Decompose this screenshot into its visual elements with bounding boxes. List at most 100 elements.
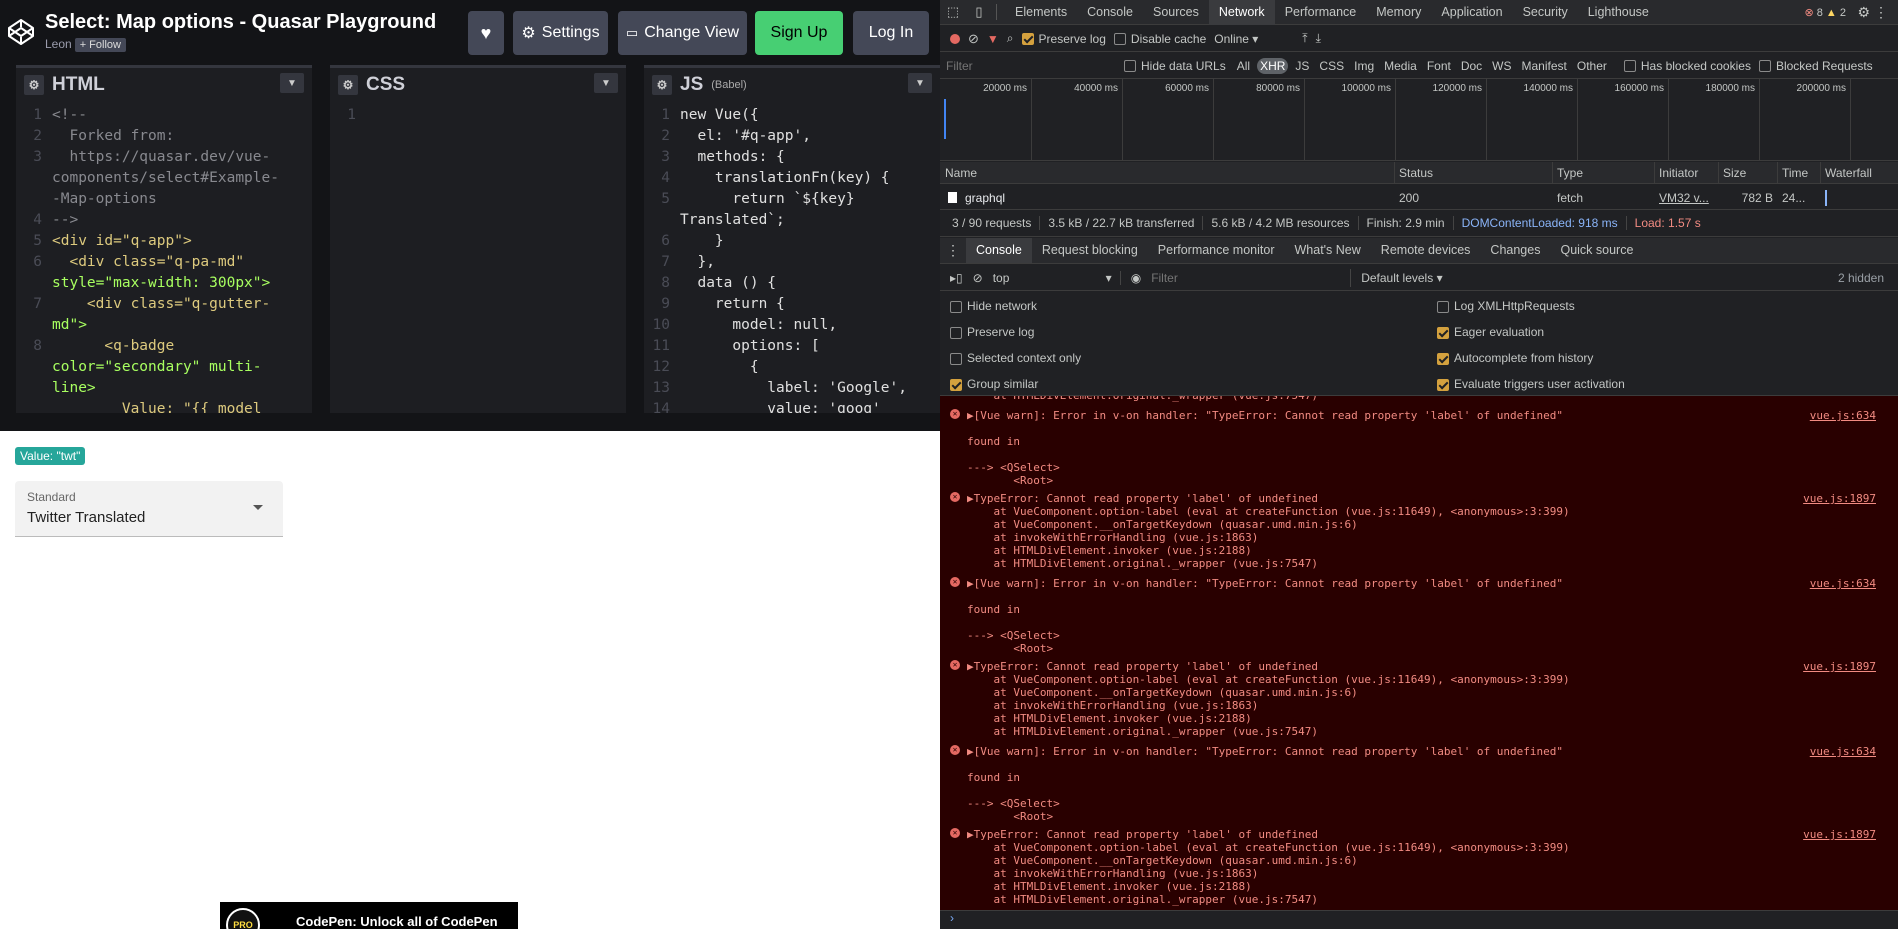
js-editor[interactable]: ⚙ JS (Babel) ▼ 1 new Vue({2 el: '#q-app', 3 … bbox=[644, 65, 940, 413]
inspect-icon[interactable]: ⬚ bbox=[940, 4, 966, 20]
source-link[interactable]: vue.js:634 bbox=[1810, 577, 1876, 590]
filter-icon[interactable]: ▼ bbox=[987, 32, 999, 46]
import-icon[interactable]: ⤒ bbox=[1302, 31, 1307, 46]
sidebar-toggle-icon[interactable]: ▸▯ bbox=[950, 271, 963, 285]
column-size[interactable]: Size bbox=[1723, 166, 1746, 180]
setting-autocomplete-from-history[interactable]: Autocomplete from history bbox=[1437, 351, 1593, 365]
column-initiator[interactable]: Initiator bbox=[1659, 166, 1698, 180]
blocked-cookies-checkbox[interactable] bbox=[1623, 60, 1636, 73]
source-link[interactable]: vue.js:1897 bbox=[1803, 492, 1876, 505]
filter-type-manifest[interactable]: Manifest bbox=[1519, 58, 1570, 74]
tab-security[interactable]: Security bbox=[1513, 0, 1578, 25]
network-filter-input[interactable] bbox=[946, 56, 1116, 75]
chevron-down-icon[interactable]: ▼ bbox=[280, 73, 304, 93]
tab-network[interactable]: Network bbox=[1208, 0, 1275, 25]
column-status[interactable]: Status bbox=[1399, 166, 1433, 180]
source-link[interactable]: vue.js:1897 bbox=[1803, 660, 1876, 673]
filter-type-img[interactable]: Img bbox=[1351, 58, 1377, 74]
like-button[interactable]: ♥ bbox=[468, 11, 504, 55]
network-overview-timeline[interactable]: 20000 ms 40000 ms 60000 ms 80000 ms 100000 m… bbox=[940, 79, 1898, 161]
tab-lighthouse[interactable]: Lighthouse bbox=[1578, 0, 1659, 25]
setting-checkbox[interactable] bbox=[950, 352, 962, 365]
setting-preserve-log[interactable]: Preserve log bbox=[950, 325, 1034, 339]
search-icon[interactable]: ⌕ bbox=[1007, 31, 1014, 46]
chevron-down-icon[interactable]: ▼ bbox=[908, 73, 932, 93]
filter-type-js[interactable]: JS bbox=[1292, 58, 1312, 74]
tab-sources[interactable]: Sources bbox=[1143, 0, 1209, 25]
chevron-down-icon[interactable]: ▼ bbox=[594, 73, 618, 93]
source-link[interactable]: vue.js:634 bbox=[1810, 745, 1876, 758]
console-messages[interactable]: at HTMLDivElement.original._wrapper (vue… bbox=[940, 396, 1898, 910]
more-menu-icon[interactable]: ⋮ bbox=[1874, 4, 1888, 21]
setting-evaluate-triggers-user-activation[interactable]: Evaluate triggers user activation bbox=[1437, 377, 1625, 391]
html-code[interactable]: 1 <!-- 2 Forked from: 3 https://quasar.dev/… bbox=[16, 105, 312, 413]
filter-type-doc[interactable]: Doc bbox=[1458, 58, 1485, 74]
clear-icon[interactable]: ⊘ bbox=[968, 31, 979, 47]
drawer-tab-remote-devices[interactable]: Remote devices bbox=[1371, 238, 1481, 263]
change-view-button[interactable]: ▭ Change View bbox=[618, 11, 747, 55]
column-name[interactable]: Name bbox=[945, 166, 977, 180]
drawer-tab-console[interactable]: Console bbox=[966, 238, 1032, 263]
css-code[interactable]: 1 bbox=[330, 105, 626, 413]
drawer-tab-performance-monitor[interactable]: Performance monitor bbox=[1148, 238, 1285, 263]
drawer-tab-quick-source[interactable]: Quick source bbox=[1550, 238, 1643, 263]
drawer-tab-request-blocking[interactable]: Request blocking bbox=[1032, 238, 1148, 263]
pro-promo-banner[interactable]: PRO CodePen: Unlock all of CodePen bbox=[220, 902, 518, 929]
setting-checkbox[interactable] bbox=[1437, 378, 1449, 391]
setting-log-xmlhttprequests[interactable]: Log XMLHttpRequests bbox=[1437, 299, 1575, 313]
hide-data-urls-toggle[interactable]: Hide data URLs bbox=[1124, 59, 1226, 73]
context-select[interactable]: top ▾ bbox=[993, 270, 1121, 285]
drawer-menu-icon[interactable]: ⋮ bbox=[940, 242, 966, 259]
blocked-requests-checkbox[interactable] bbox=[1758, 60, 1771, 73]
setting-checkbox[interactable] bbox=[1437, 326, 1449, 339]
disable-cache-toggle[interactable]: Disable cache bbox=[1113, 32, 1206, 46]
setting-eager-evaluation[interactable]: Eager evaluation bbox=[1437, 325, 1544, 339]
device-toolbar-icon[interactable]: ▯ bbox=[966, 4, 992, 20]
column-type[interactable]: Type bbox=[1557, 166, 1583, 180]
html-editor[interactable]: ⚙ HTML ▼ 1 <!-- 2 Forked from: 3 https://qua… bbox=[16, 65, 312, 413]
column-waterfall[interactable]: Waterfall bbox=[1825, 166, 1872, 180]
blocked-requests-toggle[interactable]: Blocked Requests bbox=[1758, 59, 1873, 73]
column-time[interactable]: Time bbox=[1782, 166, 1808, 180]
clear-console-icon[interactable]: ⊘ bbox=[973, 271, 983, 285]
setting-checkbox[interactable] bbox=[950, 326, 962, 339]
standard-select[interactable]: Standard Twitter Translated bbox=[15, 481, 283, 537]
source-link[interactable]: vue.js:634 bbox=[1810, 409, 1876, 422]
settings-gear-icon[interactable]: ⚙ bbox=[1857, 4, 1870, 21]
console-filter-input[interactable] bbox=[1151, 268, 1352, 287]
blocked-cookies-toggle[interactable]: Has blocked cookies bbox=[1623, 59, 1751, 73]
filter-type-ws[interactable]: WS bbox=[1489, 58, 1514, 74]
request-initiator[interactable]: VM32 v... bbox=[1659, 191, 1709, 205]
setting-checkbox[interactable] bbox=[950, 378, 962, 391]
tab-application[interactable]: Application bbox=[1431, 0, 1512, 25]
gear-icon[interactable]: ⚙ bbox=[24, 74, 44, 95]
filter-type-media[interactable]: Media bbox=[1381, 58, 1420, 74]
filter-type-font[interactable]: Font bbox=[1424, 58, 1454, 74]
setting-hide-network[interactable]: Hide network bbox=[950, 299, 1037, 313]
issue-counts[interactable]: ⊗ 8 ▲ 2 bbox=[1804, 6, 1846, 19]
source-link[interactable]: vue.js:1897 bbox=[1803, 828, 1876, 841]
throttle-select[interactable]: Online ▾ bbox=[1214, 32, 1284, 46]
drawer-tab-changes[interactable]: Changes bbox=[1480, 238, 1550, 263]
hide-data-urls-checkbox[interactable] bbox=[1124, 60, 1136, 73]
preserve-log-toggle[interactable]: Preserve log bbox=[1021, 32, 1106, 46]
filter-type-all[interactable]: All bbox=[1234, 58, 1253, 74]
filter-type-xhr[interactable]: XHR bbox=[1257, 57, 1289, 74]
js-code[interactable]: 1 new Vue({2 el: '#q-app', 3 methods: {4 t… bbox=[644, 105, 940, 413]
filter-type-css[interactable]: CSS bbox=[1316, 58, 1347, 74]
gear-icon[interactable]: ⚙ bbox=[652, 74, 672, 95]
tab-elements[interactable]: Elements bbox=[1005, 0, 1077, 25]
setting-checkbox[interactable] bbox=[1437, 352, 1449, 365]
export-icon[interactable]: ⤓ bbox=[1316, 31, 1321, 46]
setting-checkbox[interactable] bbox=[950, 300, 962, 313]
codepen-logo-icon[interactable] bbox=[6, 17, 36, 47]
setting-checkbox[interactable] bbox=[1437, 300, 1449, 313]
tab-memory[interactable]: Memory bbox=[1366, 0, 1431, 25]
setting-group-similar[interactable]: Group similar bbox=[950, 377, 1038, 391]
disable-cache-checkbox[interactable] bbox=[1113, 33, 1126, 46]
request-row-graphql[interactable]: graphql 200 fetch VM32 v... 782 B 24... bbox=[940, 186, 1898, 210]
dropdown-arrow-icon[interactable] bbox=[253, 505, 263, 510]
gear-icon[interactable]: ⚙ bbox=[338, 74, 358, 95]
css-editor[interactable]: ⚙ CSS ▼ 1 bbox=[330, 65, 626, 413]
tab-performance[interactable]: Performance bbox=[1275, 0, 1367, 25]
